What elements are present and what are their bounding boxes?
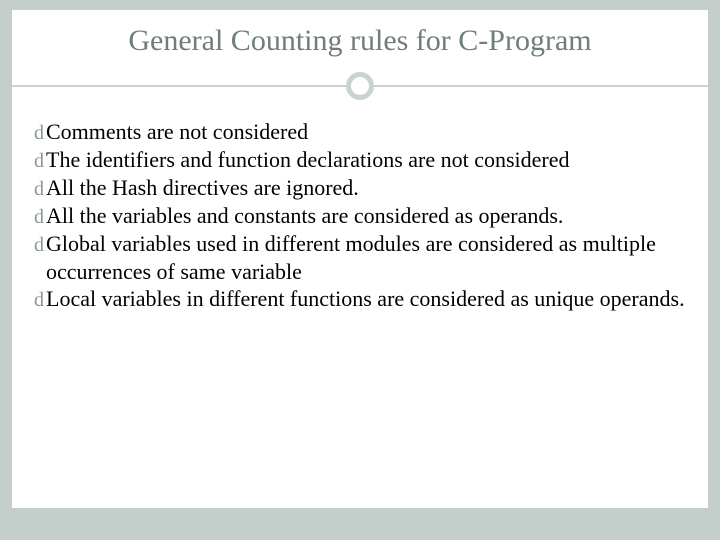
bullet-text: Local variables in different functions a… [46,285,686,313]
list-item: d All the Hash directives are ignored. [34,174,686,202]
list-item: d Global variables used in different mod… [34,230,686,285]
slide-title: General Counting rules for C-Program [12,10,708,68]
list-item: d Comments are not considered [34,118,686,146]
list-item: d All the variables and constants are co… [34,202,686,230]
bullet-text: All the variables and constants are cons… [46,202,686,230]
list-item: d Local variables in different functions… [34,285,686,313]
bullet-text: All the Hash directives are ignored. [46,174,686,202]
divider-circle-icon [346,72,374,100]
bullet-text: Global variables used in different modul… [46,230,686,285]
slide-container: General Counting rules for C-Program d C… [0,0,720,540]
title-divider [12,72,708,100]
bullet-text: Comments are not considered [46,118,686,146]
bullet-icon: d [34,233,44,258]
bullet-icon: d [34,205,44,230]
bullet-icon: d [34,121,44,146]
bullet-icon: d [34,288,44,313]
slide-inner: General Counting rules for C-Program d C… [12,10,708,508]
bullet-icon: d [34,149,44,174]
list-item: d The identifiers and function declarati… [34,146,686,174]
bullet-text: The identifiers and function declaration… [46,146,686,174]
bullet-icon: d [34,177,44,202]
bullet-list: d Comments are not considered d The iden… [12,100,708,313]
